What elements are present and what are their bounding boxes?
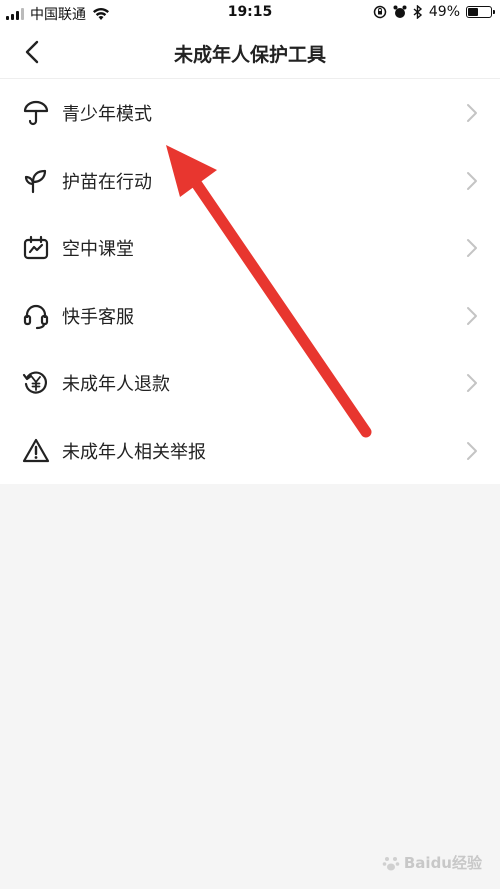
menu-item-label: 未成年人相关举报	[62, 441, 206, 463]
menu-item-air-classroom[interactable]: 空中课堂	[0, 214, 500, 282]
menu-item-minor-refund[interactable]: 未成年人退款	[0, 349, 500, 417]
chevron-right-icon	[467, 441, 477, 460]
sprout-icon	[24, 169, 47, 193]
rotation-lock-icon	[373, 5, 387, 19]
menu-item-label: 护苗在行动	[62, 171, 152, 193]
menu-item-minor-report[interactable]: 未成年人相关举报	[0, 417, 500, 485]
watermark: Baidu经验	[382, 852, 482, 873]
menu-item-label: 未成年人退款	[62, 374, 170, 395]
menu-item-protect-seedlings[interactable]: 护苗在行动	[0, 147, 500, 215]
nav-bar: 未成年人保护工具	[0, 26, 500, 79]
chevron-right-icon	[467, 171, 477, 190]
chevron-right-icon	[467, 104, 477, 122]
refund-icon	[22, 371, 47, 394]
page-title: 未成年人保护工具	[173, 44, 326, 66]
menu-item-label: 快手客服	[62, 306, 134, 328]
battery-fill	[468, 8, 478, 16]
status-bar: 中国联通 19:15 49%	[0, 0, 500, 26]
alarm-icon	[393, 5, 407, 18]
menu-item-customer-service[interactable]: 快手客服	[0, 282, 500, 350]
warning-icon	[22, 438, 50, 462]
menu-item-label: 空中课堂	[62, 239, 134, 260]
status-right: 49%	[373, 4, 495, 20]
battery-percent: 49%	[428, 4, 460, 20]
battery-icon	[466, 6, 495, 18]
paw-icon	[382, 856, 400, 870]
watermark-text: Baidu经验	[403, 854, 482, 872]
bluetooth-icon	[413, 5, 422, 19]
chevron-right-icon	[467, 239, 477, 257]
chevron-right-icon	[467, 306, 477, 325]
classroom-icon	[23, 235, 49, 260]
menu-item-teen-mode[interactable]: 青少年模式	[0, 79, 500, 147]
menu-item-label: 青少年模式	[62, 104, 152, 125]
headset-icon	[23, 304, 49, 329]
menu-list: 青少年模式 护苗在行动 空中课堂 快手客服 未成年人退款 未成年人相关举报	[0, 79, 500, 484]
chevron-right-icon	[467, 374, 477, 392]
umbrella-icon	[23, 100, 49, 126]
